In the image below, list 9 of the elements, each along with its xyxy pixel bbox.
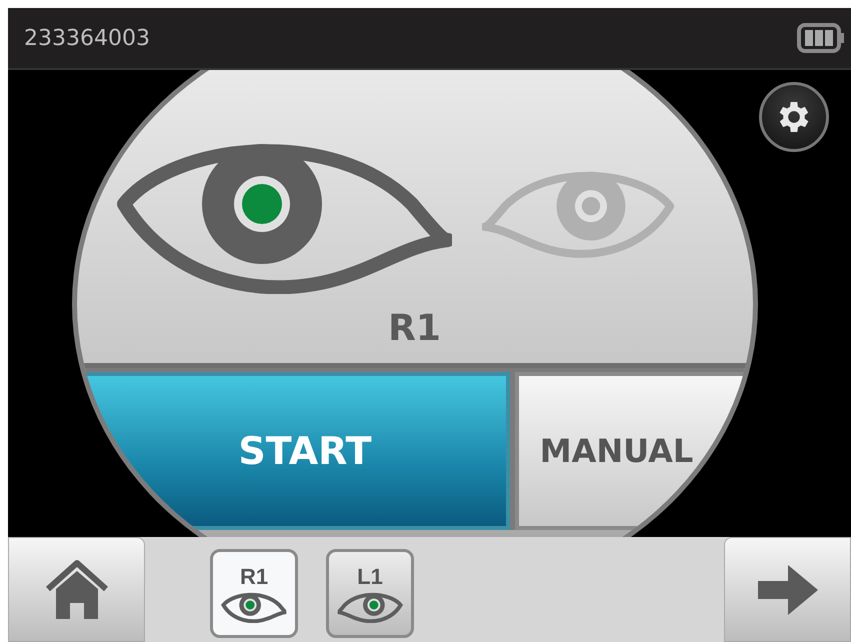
eye-label: R1 <box>388 308 441 349</box>
battery-icon <box>797 23 845 53</box>
next-button[interactable] <box>724 537 851 642</box>
eye-tab[interactable]: L1 <box>326 549 414 638</box>
home-button[interactable] <box>8 537 145 642</box>
eye-tab[interactable]: R1 <box>210 549 298 638</box>
serial-number: 233364003 <box>24 26 150 50</box>
home-icon <box>44 558 110 620</box>
arrow-right-icon <box>756 562 820 616</box>
